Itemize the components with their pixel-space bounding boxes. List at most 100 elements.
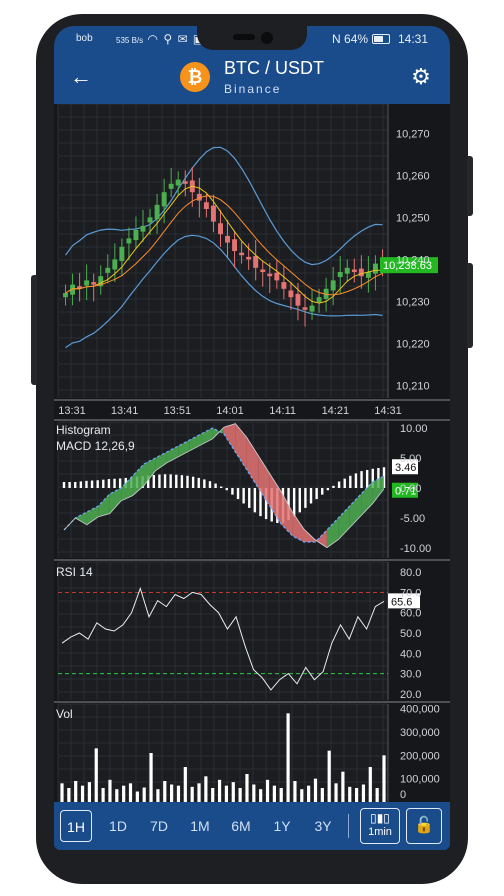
candle-body <box>203 202 209 209</box>
histogram-bar <box>321 488 324 495</box>
volume-tick-label: 400,000 <box>400 704 440 716</box>
volume-label: Vol <box>56 707 73 721</box>
volume-bar <box>361 784 366 802</box>
volume-bar <box>265 779 270 802</box>
histogram-bar <box>298 488 301 513</box>
histogram-bar <box>197 477 200 488</box>
histogram-bar <box>191 476 195 488</box>
histogram-bar <box>214 483 217 488</box>
histogram-bar <box>62 482 66 488</box>
histogram-bar <box>79 481 83 488</box>
price-tick-label: 10,250 <box>396 212 430 224</box>
candle-body <box>161 192 167 207</box>
volume-bar <box>320 788 324 802</box>
volume-bar <box>375 788 379 802</box>
time-tick-label: 14:31 <box>374 405 402 417</box>
histogram-bar <box>292 488 296 517</box>
candle-body <box>337 272 343 278</box>
volume-bar <box>94 748 98 802</box>
timeframe-7d-button[interactable]: 7D <box>143 810 175 842</box>
volume-bar <box>279 788 283 802</box>
volume-bar <box>142 787 146 802</box>
timeframe-1h-button[interactable]: 1H <box>60 810 92 842</box>
candlestick-icon: ▯▮▯ <box>370 811 390 825</box>
histogram-bar <box>90 480 94 488</box>
candle-body <box>232 239 238 251</box>
histogram-bar <box>326 488 330 491</box>
volume-bar <box>183 767 187 802</box>
clock: 14:31 <box>398 32 429 46</box>
candle-body <box>372 263 378 274</box>
volume-bar <box>259 789 263 802</box>
exchange-subtitle: Binance <box>224 82 282 96</box>
candle-body <box>239 252 245 256</box>
timeframe-6m-button[interactable]: 6M <box>225 810 257 842</box>
histogram-bar <box>180 475 184 488</box>
panel-bg <box>58 704 388 802</box>
candle-body <box>288 290 294 298</box>
histogram-bar <box>208 481 212 488</box>
volume-bar <box>163 781 167 802</box>
rsi-tick-label: 30.0 <box>400 669 421 681</box>
volume-bar <box>60 783 64 802</box>
phone-power-button <box>467 263 473 348</box>
time-tick-label: 14:21 <box>322 405 350 417</box>
volume-bar <box>101 788 105 802</box>
macd-tick-label: -5.00 <box>400 513 425 525</box>
candle-body <box>126 238 132 244</box>
arrow-left-icon[interactable]: ← <box>70 66 96 88</box>
volume-bar <box>252 784 256 802</box>
volume-bar <box>128 783 133 802</box>
macd-tick-label: 10.00 <box>400 423 428 435</box>
volume-bar <box>354 788 359 802</box>
candle-body <box>133 230 139 241</box>
page-title: BTC / USDT <box>224 58 325 78</box>
volume-bar <box>334 783 338 802</box>
candle-body <box>274 272 280 281</box>
mail-icon: ✉ <box>177 32 189 46</box>
timeframe-1d-button[interactable]: 1D <box>102 810 134 842</box>
histogram-bar <box>309 488 313 504</box>
timeframe-1y-button[interactable]: 1Y <box>266 810 298 842</box>
lock-icon[interactable]: 🔓 <box>406 808 442 844</box>
candle-body <box>253 256 259 268</box>
macd-tick-label: -10.00 <box>400 543 431 555</box>
histogram-bar <box>68 482 71 488</box>
histogram-bar <box>332 485 335 488</box>
price-tick-label: 10,220 <box>396 338 430 350</box>
volume-bar <box>286 713 290 802</box>
volume-bar <box>115 789 119 802</box>
candle-body <box>210 205 216 222</box>
time-tick-label: 14:01 <box>216 405 244 417</box>
net-speed: 535 B/s <box>116 36 144 45</box>
volume-bar <box>122 785 126 802</box>
histogram-bar <box>225 488 229 491</box>
candle-body <box>358 268 364 277</box>
candle-body <box>225 235 230 243</box>
status-right: N 64% <box>332 32 368 46</box>
volume-bar <box>67 788 71 802</box>
rsi-value-label: 65.6 <box>391 596 412 608</box>
timeframe-3y-button[interactable]: 3Y <box>307 810 339 842</box>
histogram-bar <box>315 488 318 500</box>
wifi-icon: ◠ <box>147 32 159 46</box>
interval-button[interactable]: ▯▮▯ 1min <box>360 808 400 844</box>
battery-icon <box>372 34 390 44</box>
macd-value-label: 3.46 <box>395 462 416 474</box>
candle-body <box>246 256 252 260</box>
volume-bar <box>80 785 85 802</box>
volume-bar <box>170 784 174 802</box>
bitcoin-icon: ₿ <box>180 62 210 92</box>
candle-body <box>154 204 160 220</box>
histogram-label: Histogram <box>56 423 111 437</box>
histogram-bar <box>231 488 234 495</box>
histogram-bar <box>304 488 307 508</box>
chart-area[interactable]: 10,27010,26010,25010,24010,23010,22010,2… <box>54 104 450 802</box>
timeframe-1m-button[interactable]: 1M <box>184 810 216 842</box>
volume-bar <box>313 778 318 802</box>
timeframe-toolbar: 1H 1D 7D 1M 6M 1Y 3Y ▯▮▯ 1min 🔓 <box>54 802 450 850</box>
gear-icon[interactable]: ⚙ <box>408 64 434 90</box>
histogram-bar <box>186 475 189 488</box>
volume-bar <box>238 788 242 802</box>
usb-icon: ⚲ <box>163 32 174 46</box>
